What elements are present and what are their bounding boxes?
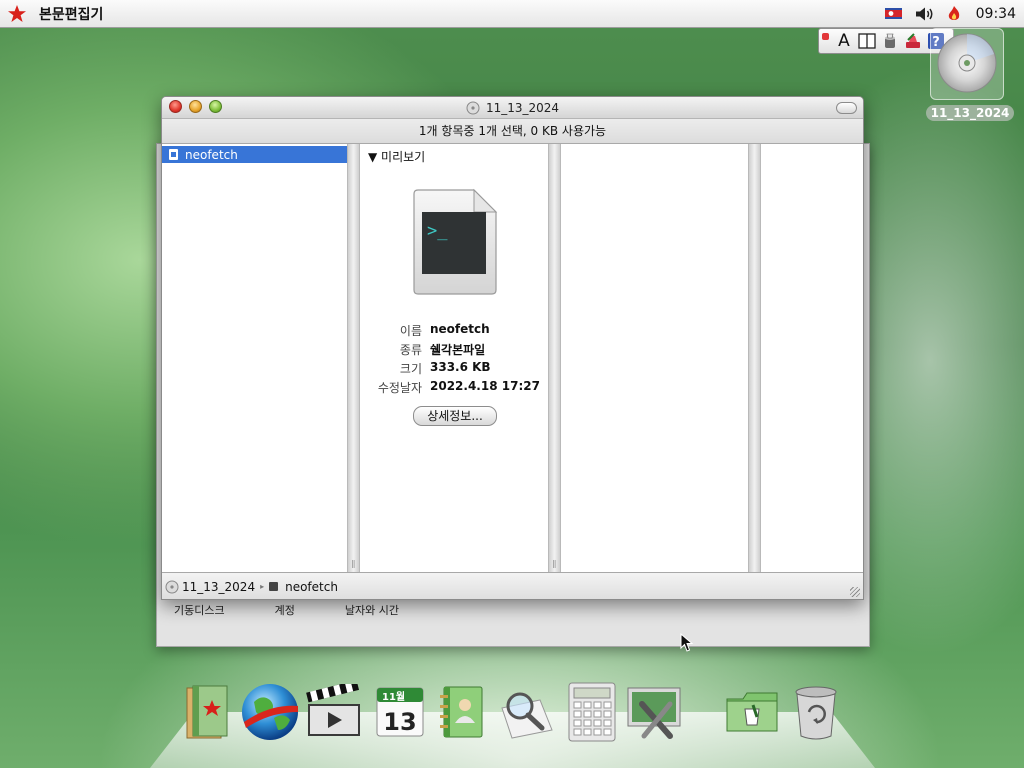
volume-icon[interactable] [914, 6, 936, 22]
window-title-text: 11_13_2024 [485, 100, 560, 115]
preview-column: ▼ 미리보기 >_ 이름 neofetch 종류 쉘각본파일 크기 333.6 … [361, 144, 548, 572]
columns-icon[interactable] [857, 31, 877, 51]
status-bar: 1개 항목중 1개 선택, 0 KB 사용가능 [162, 119, 863, 144]
dock-item-browser[interactable] [240, 682, 300, 742]
dock-item-documents-folder[interactable] [722, 682, 782, 742]
flame-icon[interactable] [946, 5, 962, 23]
info-label: 크기 [399, 362, 422, 376]
column-3[interactable] [562, 144, 748, 572]
back-window-labels: 기동디스크 계정 날자와 시간 [174, 602, 449, 618]
info-value: 2022.4.18 17:27 [430, 379, 540, 393]
startup-disk-label[interactable]: 기동디스크 [174, 602, 225, 618]
dock-item-trash[interactable] [786, 682, 846, 742]
list-item-label: neofetch [185, 147, 238, 162]
dock-item-search[interactable] [496, 682, 556, 742]
window-title: 11_13_2024 [162, 97, 863, 118]
dock-item-calendar[interactable]: 11월 13 [370, 682, 430, 742]
calculator-icon [568, 682, 616, 742]
file-info: 이름 neofetch 종류 쉘각본파일 크기 333.6 KB 수정날자 20… [361, 322, 548, 398]
flag-icon[interactable] [884, 6, 904, 22]
accounts-label[interactable]: 계정 [275, 602, 295, 618]
disc-label[interactable]: 11_13_2024 [926, 105, 1014, 121]
info-row-kind: 종류 쉘각본파일 [361, 341, 548, 360]
info-value: 333.6 KB [430, 360, 491, 374]
column-1[interactable]: neofetch [162, 144, 347, 572]
globe-icon [242, 684, 298, 740]
books-icon [186, 685, 228, 739]
address-book-icon [440, 686, 483, 738]
calendar-month: 11월 [382, 691, 405, 703]
resize-grip-icon[interactable] [850, 587, 860, 597]
info-row-size: 크기 333.6 KB [361, 360, 548, 379]
dock-item-video[interactable] [304, 682, 364, 742]
calendar-day: 13 [383, 708, 416, 736]
dock-item-contacts[interactable] [432, 682, 492, 742]
menu-extras: 09:34 [884, 0, 1016, 27]
info-label: 종류 [399, 343, 422, 357]
path-item-file[interactable]: neofetch [269, 580, 338, 594]
column-resize-handle[interactable]: || [347, 144, 360, 572]
date-time-label[interactable]: 날자와 시간 [345, 602, 399, 618]
column-4[interactable] [762, 144, 863, 572]
title-bar[interactable]: 11_13_2024 [162, 97, 863, 119]
toolbar-toggle-button[interactable] [836, 102, 857, 114]
path-separator-icon: ▸ [260, 582, 265, 591]
calendar-icon: 11월 13 [376, 687, 424, 737]
red-star-icon[interactable] [7, 4, 27, 24]
info-value: 쉘각본파일 [430, 343, 486, 357]
column-browser: neofetch || ▼ 미리보기 >_ 이름 neofetch 종류 쉘각본 [162, 144, 863, 572]
list-item[interactable]: neofetch [162, 146, 347, 163]
paint-bucket-icon[interactable] [880, 31, 900, 51]
tools-icon [627, 687, 681, 739]
path-item-label: neofetch [285, 579, 338, 594]
disc-small-icon [165, 580, 179, 593]
info-row-modified: 수정날자 2022.4.18 17:27 [361, 379, 548, 398]
path-item-label: 11_13_2024 [182, 579, 256, 594]
column-resize-handle[interactable]: || [548, 144, 561, 572]
disc-small-icon [466, 101, 480, 114]
dock-item-calculator[interactable] [562, 682, 622, 742]
info-label: 이름 [399, 324, 422, 338]
trash-icon [795, 686, 837, 740]
clapperboard-icon [306, 684, 360, 736]
column-resize-handle[interactable] [748, 144, 761, 572]
palette-close-button[interactable] [822, 33, 829, 40]
terminal-file-icon: >_ [413, 188, 498, 295]
dock-item-system-preferences[interactable] [624, 682, 684, 742]
menu-bar: 본문편집기 09:34 [0, 0, 1024, 28]
terminal-prompt: >_ [427, 221, 448, 241]
magnifier-icon [501, 692, 553, 739]
desktop-disc[interactable]: 11_13_2024 [926, 28, 1014, 124]
stamp-icon[interactable] [903, 31, 923, 51]
info-label: 수정날자 [377, 381, 422, 395]
document-icon [169, 149, 178, 160]
info-value: neofetch [430, 322, 490, 336]
document-icon [269, 582, 279, 591]
app-name[interactable]: 본문편집기 [39, 4, 103, 24]
dock-item-books[interactable] [178, 682, 238, 742]
preview-header[interactable]: ▼ 미리보기 [368, 148, 425, 165]
cd-icon [937, 33, 997, 93]
path-bar: 11_13_2024 ▸ neofetch [162, 572, 863, 599]
folder-icon [726, 692, 778, 732]
info-row-name: 이름 neofetch [361, 322, 548, 341]
path-item-volume[interactable]: 11_13_2024 [165, 580, 255, 594]
text-tool-icon[interactable]: A [834, 31, 854, 51]
more-info-button[interactable]: 상세정보... [413, 406, 497, 426]
mouse-cursor-icon [680, 633, 694, 652]
finder-window: 11_13_2024 1개 항목중 1개 선택, 0 KB 사용가능 neofe… [161, 96, 864, 600]
clock[interactable]: 09:34 [976, 6, 1016, 22]
